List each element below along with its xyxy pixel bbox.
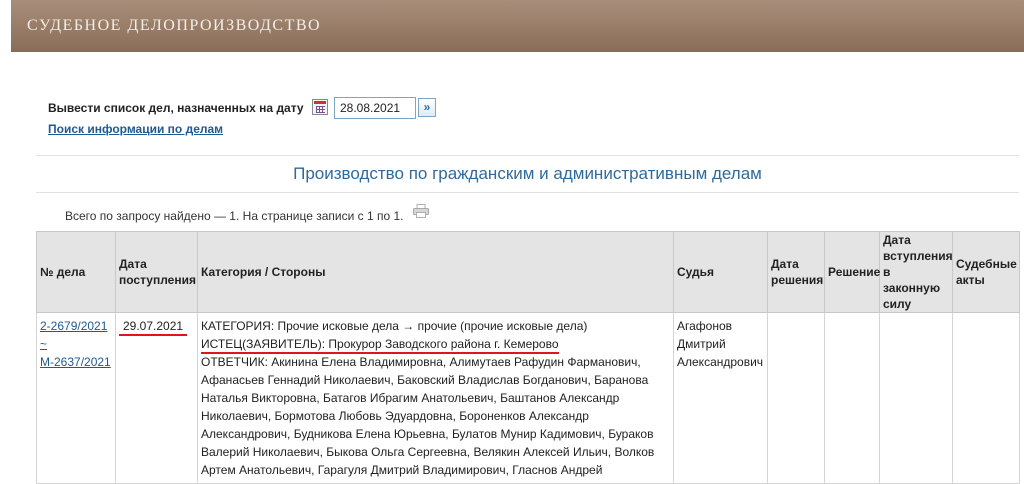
case-search-link[interactable]: Поиск информации по делам <box>48 122 223 136</box>
case-number-cell: 2-2679/2021 ~ М-2637/2021 <box>36 312 116 484</box>
effective-date-cell <box>879 312 953 484</box>
date-filter-label: Вывести список дел, назначенных на дату <box>48 101 304 115</box>
case-number-link[interactable]: 2-2679/2021 <box>40 319 107 333</box>
decision-cell <box>824 312 880 484</box>
printer-icon[interactable] <box>413 204 429 218</box>
site-header: СУДЕБНОЕ ДЕЛОПРОИЗВОДСТВО <box>11 0 1024 52</box>
section-title: Производство по гражданским и администра… <box>293 164 762 183</box>
column-header-category[interactable]: Категория / Стороны <box>197 231 674 313</box>
column-header-case-no[interactable]: № дела <box>36 231 116 313</box>
case-link-separator[interactable]: ~ <box>40 337 47 351</box>
case-category: КАТЕГОРИЯ: Прочие исковые дела → прочие … <box>201 319 588 333</box>
defendants: ОТВЕТЧИК: Акинина Елена Владимировна, Ал… <box>201 355 655 477</box>
results-summary: Всего по запросу найдено — 1. На страниц… <box>65 209 404 223</box>
divider <box>36 192 1019 193</box>
column-header-received[interactable]: Дата поступления <box>115 231 198 313</box>
double-chevron-right-icon: » <box>423 100 431 114</box>
cases-table: № дела Дата поступления Категория / Стор… <box>36 231 1020 484</box>
column-header-decision-date[interactable]: Дата решения <box>767 231 825 313</box>
column-header-acts[interactable]: Судебные акты <box>952 231 1020 313</box>
divider <box>36 155 1019 156</box>
plaintiff: ИСТЕЦ(ЗАЯВИТЕЛЬ): Прокурор Заводского ра… <box>201 337 559 354</box>
column-header-decision[interactable]: Решение <box>824 231 880 313</box>
decision-date-cell <box>767 312 825 484</box>
table-row: 2-2679/2021 ~ М-2637/2021 29.07.2021 КАТ… <box>36 312 1020 484</box>
table-header-row: № дела Дата поступления Категория / Стор… <box>36 231 1020 313</box>
category-cell: КАТЕГОРИЯ: Прочие исковые дела → прочие … <box>197 312 674 484</box>
show-cases-button[interactable]: » <box>418 98 436 117</box>
column-header-effective-date[interactable]: Дата вступления в законную силу <box>879 231 953 313</box>
column-header-judge[interactable]: Судья <box>673 231 768 313</box>
judge-cell: Агафонов Дмитрий Александрович <box>673 312 768 484</box>
case-material-link[interactable]: М-2637/2021 <box>40 355 111 369</box>
received-date-cell: 29.07.2021 <box>115 312 198 484</box>
received-date: 29.07.2021 <box>119 318 188 336</box>
date-input[interactable] <box>334 97 416 119</box>
calendar-icon[interactable] <box>312 99 328 115</box>
header-title: СУДЕБНОЕ ДЕЛОПРОИЗВОДСТВО <box>27 17 322 34</box>
acts-cell <box>952 312 1020 484</box>
